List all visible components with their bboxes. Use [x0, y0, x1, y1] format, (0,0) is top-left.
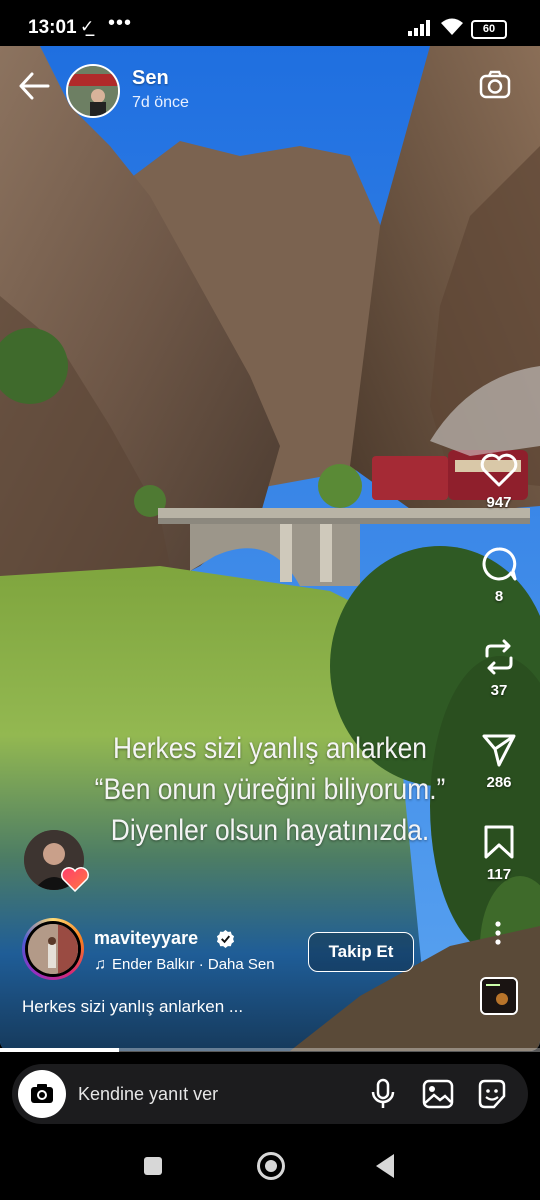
reply-bar: Kendine yanıt ver — [12, 1064, 528, 1124]
microphone-icon[interactable] — [370, 1078, 396, 1110]
wifi-icon — [441, 18, 463, 35]
comment-count: 8 — [494, 588, 504, 605]
send-icon[interactable] — [481, 732, 517, 768]
back-arrow-icon[interactable] — [18, 72, 50, 100]
reply-input[interactable]: Kendine yanıt ver — [78, 1084, 218, 1105]
save-count: 117 — [486, 866, 512, 883]
home-button[interactable] — [257, 1152, 285, 1180]
download-icon: ✓̲ — [80, 17, 95, 36]
reply-camera-button[interactable] — [18, 1070, 66, 1118]
status-time: 13:01 — [28, 17, 77, 38]
story-photo — [0, 46, 540, 1051]
story-quote-text: Herkes sizi yanlış anlarken “Ben onun yü… — [68, 728, 473, 851]
share-count: 286 — [486, 774, 512, 791]
music-note-icon: ♫ — [94, 956, 106, 973]
audio-track-label: Ender Balkır · Daha Sen — [112, 956, 275, 973]
more-notifications-icon: ••• — [108, 12, 133, 34]
audio-thumbnail[interactable] — [480, 977, 518, 1015]
user-avatar[interactable] — [66, 64, 120, 118]
audio-cover — [482, 979, 516, 1013]
quote-line-3: Diyenler olsun hayatınızda. — [110, 814, 430, 847]
author-photo — [28, 924, 78, 974]
avatar-photo — [68, 66, 118, 116]
battery-icon: 60 — [471, 20, 507, 39]
sticker-icon[interactable] — [476, 1078, 508, 1110]
story-progress-bar — [0, 1048, 540, 1052]
like-action[interactable]: 947 — [472, 452, 526, 511]
story-username[interactable]: Sen — [132, 67, 169, 90]
reel-author-avatar[interactable] — [22, 918, 84, 980]
heart-icon[interactable] — [479, 452, 519, 488]
story-time-ago: 7d önce — [132, 94, 189, 111]
repost-count: 37 — [490, 682, 508, 699]
story-progress-fill — [0, 1048, 119, 1052]
reply-camera-icon — [31, 1084, 53, 1103]
like-count: 947 — [486, 494, 512, 511]
reel-caption[interactable]: Herkes sizi yanlış anlarken ... — [22, 997, 243, 1017]
comment-icon[interactable] — [480, 546, 518, 582]
quote-line-2: “Ben onun yüreğini biliyorum.” — [94, 773, 446, 806]
recent-apps-button[interactable] — [144, 1157, 162, 1175]
heart-reaction-icon — [61, 867, 89, 892]
camera-icon[interactable] — [478, 68, 512, 102]
more-options-icon[interactable] — [493, 920, 503, 946]
reel-author-photo — [28, 924, 78, 974]
bookmark-icon[interactable] — [483, 824, 515, 860]
system-back-button[interactable] — [376, 1154, 394, 1178]
verified-badge-icon — [216, 929, 235, 948]
story-media[interactable] — [0, 46, 540, 1051]
share-action[interactable]: 286 — [472, 732, 526, 791]
repost-icon[interactable] — [481, 638, 517, 676]
reel-author-name[interactable]: maviteyyare — [94, 928, 198, 949]
quote-line-1: Herkes sizi yanlış anlarken — [113, 732, 427, 765]
gallery-icon[interactable] — [422, 1078, 454, 1110]
follow-button[interactable]: Takip Et — [308, 932, 414, 972]
save-action[interactable]: 117 — [472, 824, 526, 883]
audio-track[interactable]: ♫ Ender Balkır · Daha Sen — [94, 956, 275, 974]
signal-icon — [408, 20, 430, 36]
repost-action[interactable]: 37 — [472, 638, 526, 699]
comment-action[interactable]: 8 — [472, 546, 526, 605]
